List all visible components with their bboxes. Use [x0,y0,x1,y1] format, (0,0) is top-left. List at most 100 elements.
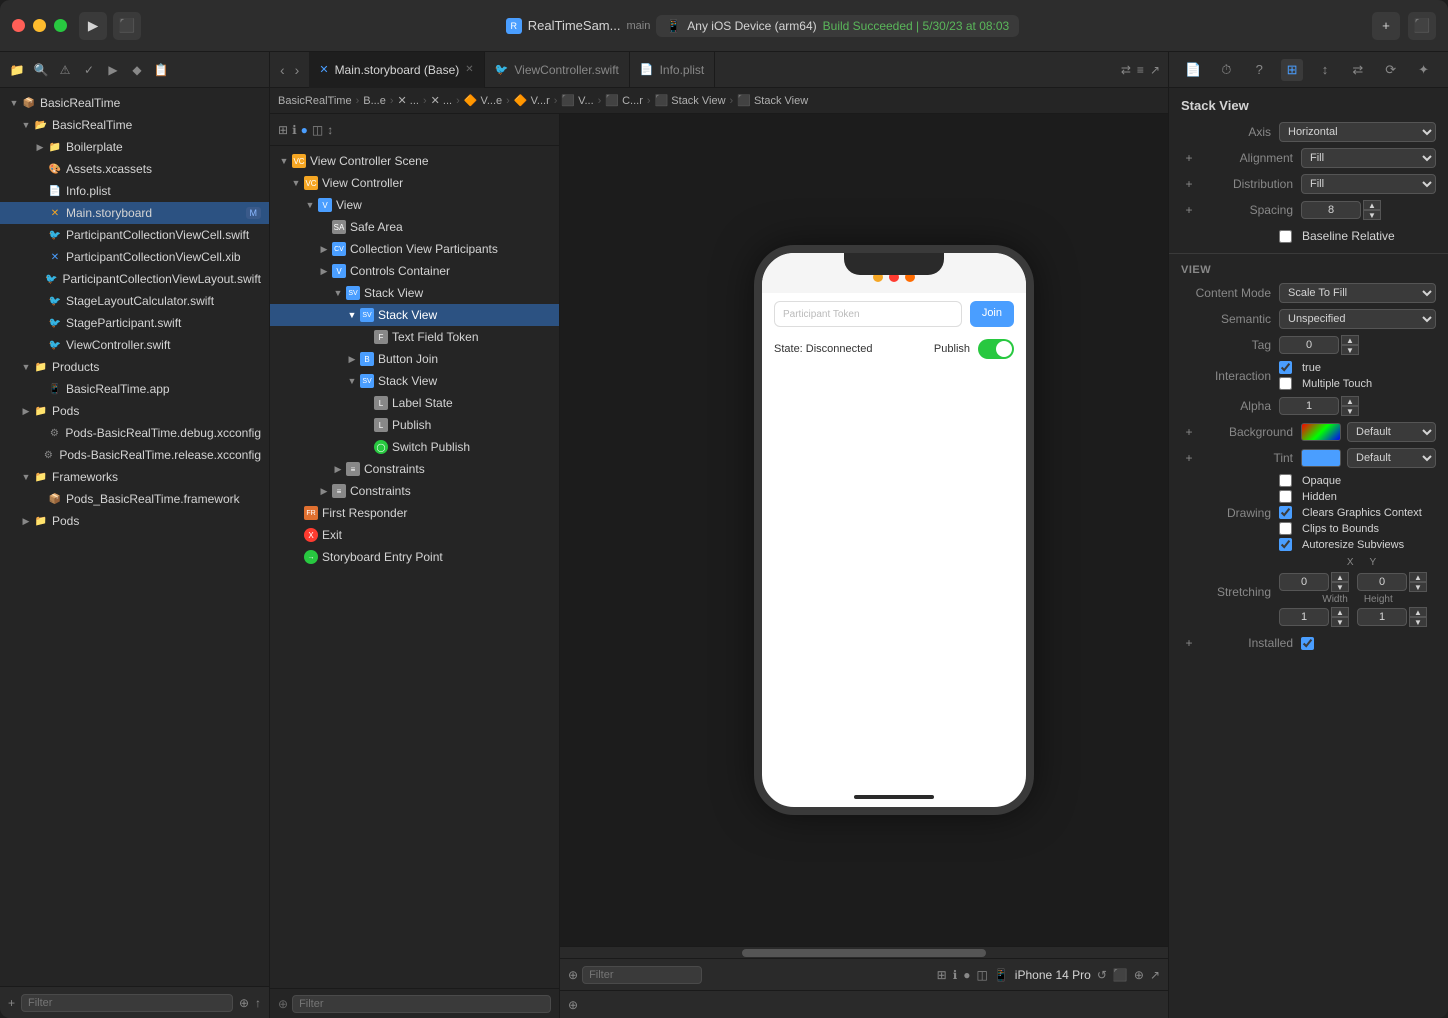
filter-options-icon[interactable]: ⊕ [239,996,249,1010]
filter-sort-icon[interactable]: ↑ [255,996,261,1010]
codereview-icon[interactable]: ⇄ [1121,63,1131,77]
y-input[interactable] [1357,573,1407,591]
plus-icon[interactable]: + [8,996,15,1010]
scene-item-stackview-inner[interactable]: SV Stack View [270,304,559,326]
nav-icon-2[interactable]: ℹ [292,123,297,137]
tree-item-viewcontroller-swift[interactable]: 🐦 ViewController.swift [0,334,269,356]
breadcrumb-6[interactable]: 🔶 V...r [514,94,550,107]
tree-item-app[interactable]: 📱 BasicRealTime.app [0,378,269,400]
scene-item-view[interactable]: V View [270,194,559,216]
background-plus[interactable]: + [1181,424,1197,440]
tree-item-assets[interactable]: 🎨 Assets.xcassets [0,158,269,180]
scene-item-button[interactable]: B Button Join [270,348,559,370]
token-field[interactable]: Participant Token [774,301,962,327]
semantic-select[interactable]: Unspecified Force Left-to-Right [1279,309,1436,329]
tint-select[interactable]: Default [1347,448,1436,468]
breadcrumb-4[interactable]: ✕ ... [431,94,452,107]
tree-item-infoplist[interactable]: 📄 Info.plist [0,180,269,202]
distribution-select[interactable]: Fill Equal Spacing [1301,174,1436,194]
x-input[interactable] [1279,573,1329,591]
scene-item-stackview-outer[interactable]: SV Stack View [270,282,559,304]
tree-item-boilerplate[interactable]: 📁 Boilerplate [0,136,269,158]
spacing-plus[interactable]: + [1181,202,1197,218]
y-increment[interactable]: ▲ [1409,572,1427,582]
tab-infoplist[interactable]: 📄 Info.plist [630,52,715,88]
breadcrumb-3[interactable]: ✕ ... [398,94,419,107]
canvas-btn-2[interactable]: ℹ [953,968,958,982]
scene-item-vcscene[interactable]: VC View Controller Scene [270,150,559,172]
nav-icon-5[interactable]: ↕ [327,123,333,137]
maximize-button[interactable] [54,19,67,32]
breadcrumb-8[interactable]: ⬛ C...r [605,94,643,107]
tree-item-layout-swift[interactable]: 🐦 ParticipantCollectionViewLayout.swift [0,268,269,290]
tree-item-pods2[interactable]: 📁 Pods [0,510,269,532]
tree-item-stageparticipant-swift[interactable]: 🐦 StageParticipant.swift [0,312,269,334]
width-increment[interactable]: ▲ [1331,607,1349,617]
inspector-size-icon[interactable]: ↕ [1314,59,1336,81]
spacing-input[interactable] [1301,201,1361,219]
tab-forward-button[interactable]: › [291,60,304,80]
scene-item-label-publish[interactable]: L Publish [270,414,559,436]
scene-item-constraints-outer[interactable]: ≡ Constraints [270,480,559,502]
canvas-btn-6[interactable]: ↺ [1097,968,1107,982]
clears-graphics-checkbox[interactable] [1279,506,1292,519]
height-decrement[interactable]: ▼ [1409,617,1427,627]
tree-item-frameworks[interactable]: 📁 Frameworks [0,466,269,488]
canvas-btn-5[interactable]: 📱 [994,968,1009,982]
join-button[interactable]: Join [970,301,1014,327]
tree-item-root[interactable]: 📦 BasicRealTime [0,92,269,114]
alpha-decrement[interactable]: ▼ [1341,406,1359,416]
canvas-filter-input[interactable] [582,966,702,984]
baseline-checkbox[interactable] [1279,230,1292,243]
nav-filter-input[interactable] [292,995,551,1013]
scene-item-safearea[interactable]: SA Safe Area [270,216,559,238]
navigator-tests-icon[interactable]: ✓ [80,61,98,79]
tree-item-framework[interactable]: 📦 Pods_BasicRealTime.framework [0,488,269,510]
navigator-files-icon[interactable]: 📁 [8,61,26,79]
alpha-input[interactable] [1279,397,1339,415]
minimize-button[interactable] [33,19,46,32]
tree-item-products[interactable]: 📁 Products [0,356,269,378]
tint-plus[interactable]: + [1181,450,1197,466]
inspector-file-icon[interactable]: 📄 [1182,59,1204,81]
breadcrumb-7[interactable]: ⬛ V... [561,94,593,107]
canvas-btn-3[interactable]: ● [963,968,970,982]
scene-item-stackview-state[interactable]: SV Stack View [270,370,559,392]
navigator-breakpoints-icon[interactable]: ◆ [128,61,146,79]
nav-icon-4[interactable]: ◫ [312,123,323,137]
nav-icon-1[interactable]: ⊞ [278,123,288,137]
tree-item-group[interactable]: 📂 BasicRealTime [0,114,269,136]
tab-back-button[interactable]: ‹ [276,60,289,80]
scene-item-collectionview[interactable]: CV Collection View Participants [270,238,559,260]
tag-increment[interactable]: ▲ [1341,335,1359,345]
y-decrement[interactable]: ▼ [1409,582,1427,592]
width-input[interactable] [1279,608,1329,626]
alignment-select[interactable]: Fill Center [1301,148,1436,168]
breadcrumb-9[interactable]: ⬛ Stack View [655,94,726,107]
add-button[interactable]: + [1372,12,1400,40]
nav-icon-3[interactable]: ● [301,123,308,137]
breadcrumb-5[interactable]: 🔶 V...e [464,94,502,107]
tree-item-pods-group[interactable]: 📁 Pods [0,400,269,422]
background-select[interactable]: Default [1347,422,1436,442]
tree-item-pods-debug[interactable]: ⚙ Pods-BasicRealTime.debug.xcconfig [0,422,269,444]
installed-checkbox[interactable] [1301,637,1314,650]
navigator-reports-icon[interactable]: 📋 [152,61,170,79]
canvas-btn-1[interactable]: ⊞ [937,968,947,982]
x-increment[interactable]: ▲ [1331,572,1349,582]
publish-toggle[interactable] [978,339,1014,359]
canvas-btn-8[interactable]: ⊕ [1134,968,1144,982]
run-button[interactable]: ▶ [79,12,107,40]
height-input[interactable] [1357,608,1407,626]
device-selector[interactable]: 📱 Any iOS Device (arm64) Build Succeeded… [656,15,1019,37]
scene-item-exit[interactable]: X Exit [270,524,559,546]
canvas-scrollbar[interactable] [560,946,1168,958]
clips-bounds-checkbox[interactable] [1279,522,1292,535]
tree-item-participantcell-xib[interactable]: ✕ ParticipantCollectionViewCell.xib [0,246,269,268]
width-decrement[interactable]: ▼ [1331,617,1349,627]
tab-viewcontroller[interactable]: 🐦 ViewController.swift [485,52,630,88]
canvas-btn-4[interactable]: ◫ [977,968,988,982]
inspector-effects-icon[interactable]: ✦ [1413,59,1435,81]
scene-item-label-state[interactable]: L Label State [270,392,559,414]
tab-mainstoryboard[interactable]: ✕ Main.storyboard (Base) ✕ [309,52,484,88]
